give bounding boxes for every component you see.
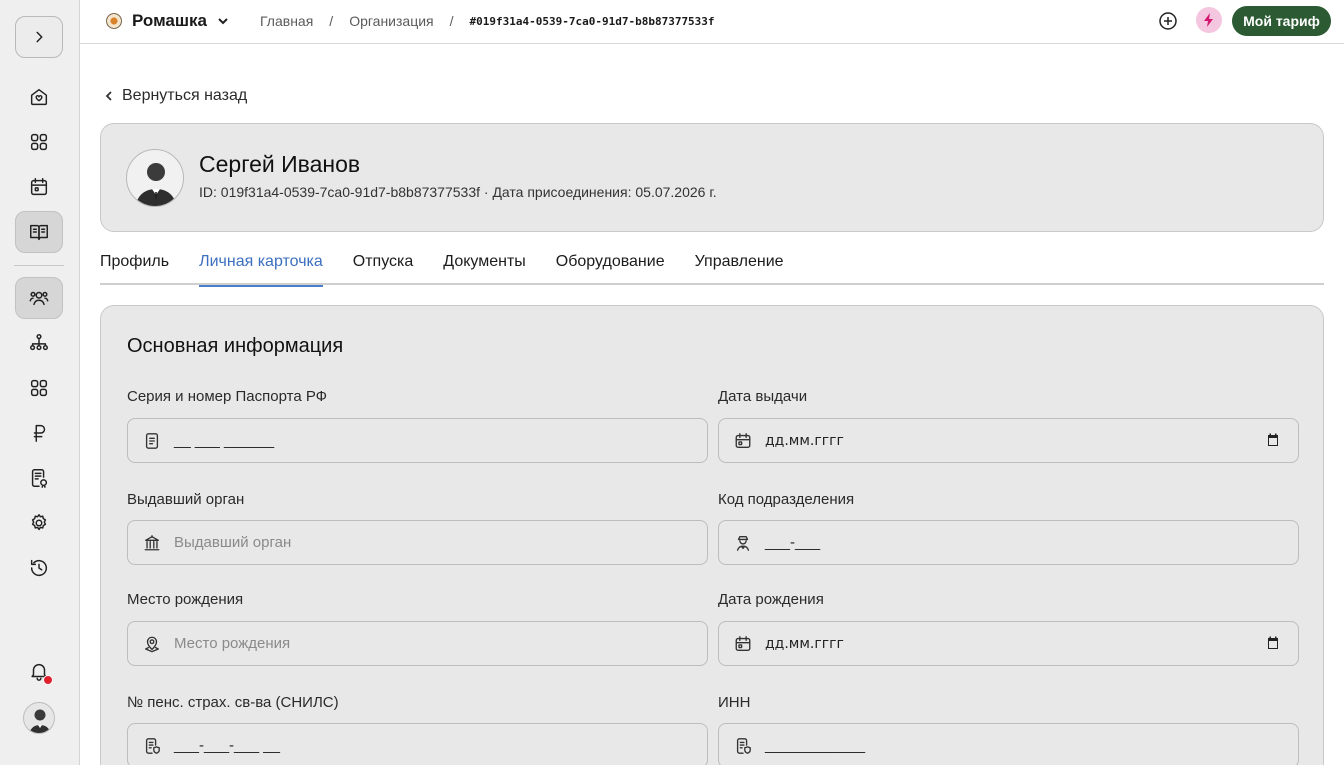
breadcrumb-organization[interactable]: Организация <box>349 13 433 29</box>
topbar: Ромашка Главная / Организация / #019f31a… <box>80 0 1344 44</box>
sidebar-item-payroll[interactable] <box>15 412 63 454</box>
basic-info-card: Основная информация Серия и номер Паспор… <box>100 305 1324 765</box>
calendar-icon <box>733 431 753 451</box>
back-link-label: Вернуться назад <box>122 87 248 104</box>
grid-icon <box>30 379 48 397</box>
gear-icon <box>31 514 47 531</box>
sidebar-item-history[interactable] <box>15 547 63 589</box>
issuer-input[interactable]: Выдавший орган <box>127 520 708 565</box>
org-logo-icon <box>106 13 122 29</box>
profile-avatar <box>126 149 184 207</box>
chevron-down-icon <box>218 18 228 25</box>
tab-profile[interactable]: Профиль <box>100 250 169 285</box>
profile-name: Сергей Иванов <box>199 151 361 177</box>
breadcrumb-home[interactable]: Главная <box>260 13 313 29</box>
lightning-icon <box>1204 13 1213 27</box>
snils-input[interactable]: ___-___-___ __ <box>127 723 708 765</box>
passport-label: Серия и номер Паспорта РФ <box>127 388 328 405</box>
book-icon <box>30 224 48 241</box>
map-pin-icon <box>142 634 162 654</box>
officer-icon <box>733 533 753 553</box>
breadcrumb-separator: / <box>449 13 454 29</box>
date-picker-icon[interactable] <box>1266 433 1280 447</box>
back-link[interactable]: Вернуться назад <box>104 87 247 105</box>
sidebar-item-structure[interactable] <box>15 322 63 364</box>
add-button[interactable] <box>1158 11 1178 31</box>
profile-meta: ID: 019f31a4-0539-7ca0-91d7-b8b87377533f… <box>199 184 717 200</box>
bank-building-icon <box>142 533 162 553</box>
calendar-icon <box>733 634 753 654</box>
birth-date-label: Дата рождения <box>718 591 824 608</box>
division-code-input[interactable]: ___-___ <box>718 520 1299 565</box>
chevron-right-icon <box>36 31 43 43</box>
users-icon <box>29 291 49 306</box>
ruble-icon <box>33 424 46 442</box>
division-code-label: Код подразделения <box>718 491 855 508</box>
person-avatar-icon <box>29 709 51 733</box>
issue-date-label: Дата выдачи <box>718 388 808 405</box>
boost-button[interactable] <box>1196 7 1222 33</box>
grid-icon <box>30 133 48 151</box>
passport-input[interactable]: __ ___ ______ <box>127 418 708 463</box>
sidebar-item-apps[interactable] <box>15 121 63 163</box>
my-plan-button[interactable]: Мой тариф <box>1232 6 1331 36</box>
tab-management[interactable]: Управление <box>695 250 784 285</box>
expand-sidebar-button[interactable] <box>15 16 63 58</box>
document-shield-icon <box>142 736 162 756</box>
snils-value: ___-___-___ __ <box>174 737 280 754</box>
org-switcher[interactable]: Ромашка <box>106 11 229 31</box>
tab-equipment[interactable]: Оборудование <box>556 250 665 285</box>
tab-personal-card[interactable]: Личная карточка <box>199 250 323 287</box>
tab-documents[interactable]: Документы <box>443 250 525 285</box>
breadcrumb: Главная / Организация / #019f31a4-0539-7… <box>260 13 715 29</box>
sidebar-item-handbook[interactable] <box>15 211 63 253</box>
hierarchy-icon <box>30 334 48 351</box>
profile-header-card: Сергей Иванов ID: 019f31a4-0539-7ca0-91d… <box>100 123 1324 232</box>
section-title: Основная информация <box>127 335 344 357</box>
calendar-icon <box>30 178 48 196</box>
issue-date-value: дд.мм.гггг <box>765 432 844 449</box>
id-card-icon <box>142 431 162 451</box>
sidebar-divider <box>14 265 64 266</box>
inn-label: ИНН <box>718 694 751 711</box>
sidebar-item-employees[interactable] <box>15 277 63 319</box>
snils-label: № пенс. страх. св-ва (СНИЛС) <box>127 694 339 711</box>
date-picker-icon[interactable] <box>1266 636 1280 650</box>
chevron-left-icon <box>105 91 112 101</box>
sidebar-item-calendar[interactable] <box>15 166 63 208</box>
home-heart-icon <box>30 88 48 106</box>
document-shield-icon <box>733 736 753 756</box>
breadcrumb-separator: / <box>329 13 334 29</box>
issue-date-input[interactable]: дд.мм.гггг <box>718 418 1299 463</box>
inn-value: ____________ <box>765 737 866 754</box>
breadcrumb-current-id: #019f31a4-0539-7ca0-91d7-b8b87377533f <box>469 14 715 28</box>
plus-circle-icon <box>1159 12 1177 30</box>
birth-place-input[interactable]: Место рождения <box>127 621 708 666</box>
sidebar-item-home[interactable] <box>15 76 63 118</box>
document-check-icon <box>31 469 48 488</box>
division-code-value: ___-___ <box>765 534 821 551</box>
notification-badge <box>43 675 53 685</box>
sidebar-item-settings[interactable] <box>15 502 63 544</box>
history-icon <box>30 559 48 577</box>
tab-vacations[interactable]: Отпуска <box>353 250 414 285</box>
passport-value: __ ___ ______ <box>174 432 275 449</box>
user-avatar[interactable] <box>23 702 55 734</box>
person-avatar-icon <box>135 163 177 206</box>
sidebar-item-modules[interactable] <box>15 367 63 409</box>
app: Ромашка Главная / Организация / #019f31a… <box>0 0 1344 765</box>
birth-place-label: Место рождения <box>127 591 244 608</box>
birth-date-value: дд.мм.гггг <box>765 635 844 652</box>
issuer-label: Выдавший орган <box>127 491 245 508</box>
sidebar <box>0 0 80 765</box>
notifications-button[interactable] <box>15 650 63 692</box>
profile-tabs: Профиль Личная карточка Отпуска Документ… <box>100 250 1324 287</box>
inn-input[interactable]: ____________ <box>718 723 1299 765</box>
org-name: Ромашка <box>132 11 208 30</box>
sidebar-item-documents[interactable] <box>15 457 63 499</box>
issuer-placeholder: Выдавший орган <box>174 534 292 551</box>
birth-date-input[interactable]: дд.мм.гггг <box>718 621 1299 666</box>
birth-place-placeholder: Место рождения <box>174 635 291 652</box>
